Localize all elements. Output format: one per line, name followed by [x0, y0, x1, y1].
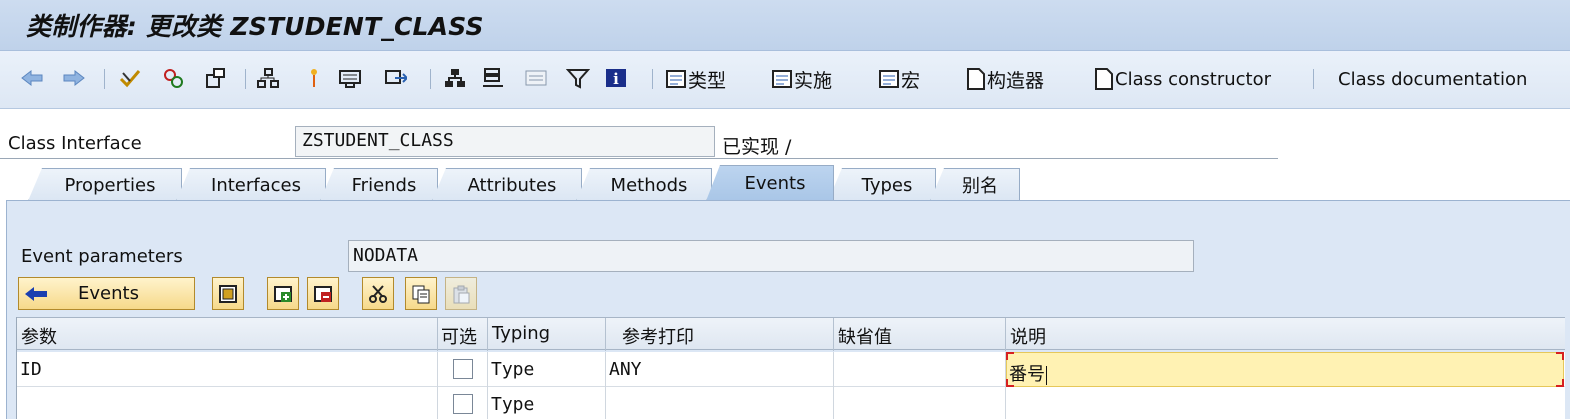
scissors-icon: [369, 284, 387, 303]
where-used-icon[interactable]: [204, 65, 228, 91]
implementation-status: 已实现 /: [722, 136, 792, 158]
optional-cell: [438, 352, 488, 387]
class-constructor-button[interactable]: Class constructor: [1093, 63, 1271, 95]
event-parameters-label: Event parameters: [21, 246, 183, 267]
tab-types[interactable]: Types: [828, 168, 936, 201]
focus-corner: [1006, 379, 1014, 387]
focus-corner: [1556, 352, 1564, 360]
typing-cell[interactable]: Type: [488, 387, 606, 419]
types-label: 类型: [688, 69, 727, 92]
tab-methods[interactable]: Methods: [576, 168, 712, 201]
tab-events[interactable]: Events: [706, 165, 834, 201]
check-icon[interactable]: [118, 65, 142, 91]
optional-cell: [438, 387, 488, 419]
cut-button[interactable]: [362, 277, 394, 310]
types-button[interactable]: 类型: [664, 63, 726, 95]
copy-button[interactable]: [405, 277, 437, 310]
insert-row-icon: [274, 285, 292, 302]
implementation-button[interactable]: 实施: [770, 63, 832, 95]
blank-document-icon: [1095, 68, 1113, 90]
typing-cell[interactable]: Type: [488, 352, 606, 387]
macro-button[interactable]: 宏: [877, 63, 920, 95]
event-name-field[interactable]: NODATA: [348, 240, 1194, 272]
constructor-label: 构造器: [987, 69, 1045, 92]
column-header-parameter[interactable]: 参数: [17, 318, 438, 351]
title-bar: 类制作器: 更改类 ZSTUDENT_CLASS: [0, 0, 1570, 51]
optional-checkbox[interactable]: [453, 359, 473, 379]
forward-arrow-icon[interactable]: [62, 65, 86, 91]
insert-row-button[interactable]: [267, 277, 299, 310]
svg-text:i: i: [613, 70, 619, 88]
pin-icon[interactable]: [302, 65, 326, 91]
column-header-typing[interactable]: Typing: [488, 318, 606, 351]
structure-icon[interactable]: [443, 65, 467, 91]
paste-icon: [453, 285, 470, 303]
description-text: 番号: [1009, 364, 1045, 385]
back-to-events-button[interactable]: Events: [18, 277, 195, 310]
document-list-icon: [772, 70, 792, 88]
header-divider: [0, 158, 1278, 159]
tab-alias[interactable]: 别名: [930, 168, 1020, 201]
detail-view-icon: [219, 284, 237, 303]
description-cell-editing[interactable]: 番号: [1006, 352, 1564, 387]
detail-view-button[interactable]: [212, 277, 244, 310]
hierarchy-icon[interactable]: [256, 65, 280, 91]
list-icon[interactable]: [524, 65, 548, 91]
activate-icon[interactable]: [162, 65, 186, 91]
tab-strip: Properties Interfaces Friends Attributes…: [0, 165, 1570, 201]
delete-row-button[interactable]: [307, 277, 339, 310]
constructor-button[interactable]: 构造器: [965, 63, 1044, 95]
copy-icon: [412, 285, 430, 303]
back-arrow-icon: [19, 285, 53, 303]
display-object-list-icon[interactable]: [338, 65, 362, 91]
tab-friends[interactable]: Friends: [320, 168, 438, 201]
delete-row-icon: [314, 285, 332, 302]
description-cell[interactable]: [1006, 387, 1565, 419]
tree-icon[interactable]: [481, 65, 505, 91]
paste-button[interactable]: [445, 277, 477, 310]
param-name-cell[interactable]: ID: [17, 352, 438, 387]
class-interface-field[interactable]: ZSTUDENT_CLASS: [295, 126, 715, 157]
tab-properties[interactable]: Properties: [28, 168, 182, 201]
reference-type-cell[interactable]: ANY: [606, 352, 834, 387]
tab-interfaces[interactable]: Interfaces: [176, 168, 326, 201]
table-row: Type: [17, 387, 1565, 419]
class-interface-label: Class Interface: [8, 133, 142, 154]
column-header-default-value[interactable]: 缺省值: [834, 318, 1006, 351]
class-documentation-button[interactable]: Class documentation: [1338, 63, 1527, 95]
focus-corner: [1556, 379, 1564, 387]
macro-label: 宏: [901, 69, 921, 92]
navigate-icon[interactable]: [383, 65, 407, 91]
table-header: 参数 可选 Typing 参考打印 缺省值 说明: [17, 317, 1565, 351]
focus-corner: [1006, 352, 1014, 360]
implementation-label: 实施: [794, 69, 833, 92]
document-list-icon: [666, 70, 686, 88]
filter-icon[interactable]: [566, 65, 590, 91]
parameters-table: 参数 可选 Typing 参考打印 缺省值 说明 ID Type ANY 番号 …: [16, 317, 1565, 419]
class-constructor-label: Class constructor: [1115, 68, 1272, 90]
param-name-cell[interactable]: [17, 387, 438, 419]
column-header-reference-type[interactable]: 参考打印: [606, 318, 834, 351]
default-value-cell[interactable]: [834, 352, 1006, 387]
table-row: ID Type ANY 番号: [17, 352, 1565, 387]
reference-type-cell[interactable]: [606, 387, 834, 419]
blank-document-icon: [967, 68, 985, 90]
window-title: 类制作器: 更改类 ZSTUDENT_CLASS: [26, 12, 484, 41]
document-list-icon: [879, 70, 899, 88]
class-documentation-label: Class documentation: [1338, 68, 1528, 90]
column-header-description[interactable]: 说明: [1006, 318, 1565, 351]
default-value-cell[interactable]: [834, 387, 1006, 419]
optional-checkbox[interactable]: [453, 394, 473, 414]
text-cursor: [1046, 365, 1047, 385]
application-toolbar: i 类型 实施 宏 构造器 Class constructor Class do…: [0, 51, 1570, 109]
tab-attributes[interactable]: Attributes: [432, 168, 582, 201]
back-to-events-label: Events: [78, 283, 139, 304]
back-arrow-icon[interactable]: [20, 65, 44, 91]
info-icon[interactable]: i: [604, 65, 628, 91]
column-header-optional[interactable]: 可选: [438, 318, 488, 351]
